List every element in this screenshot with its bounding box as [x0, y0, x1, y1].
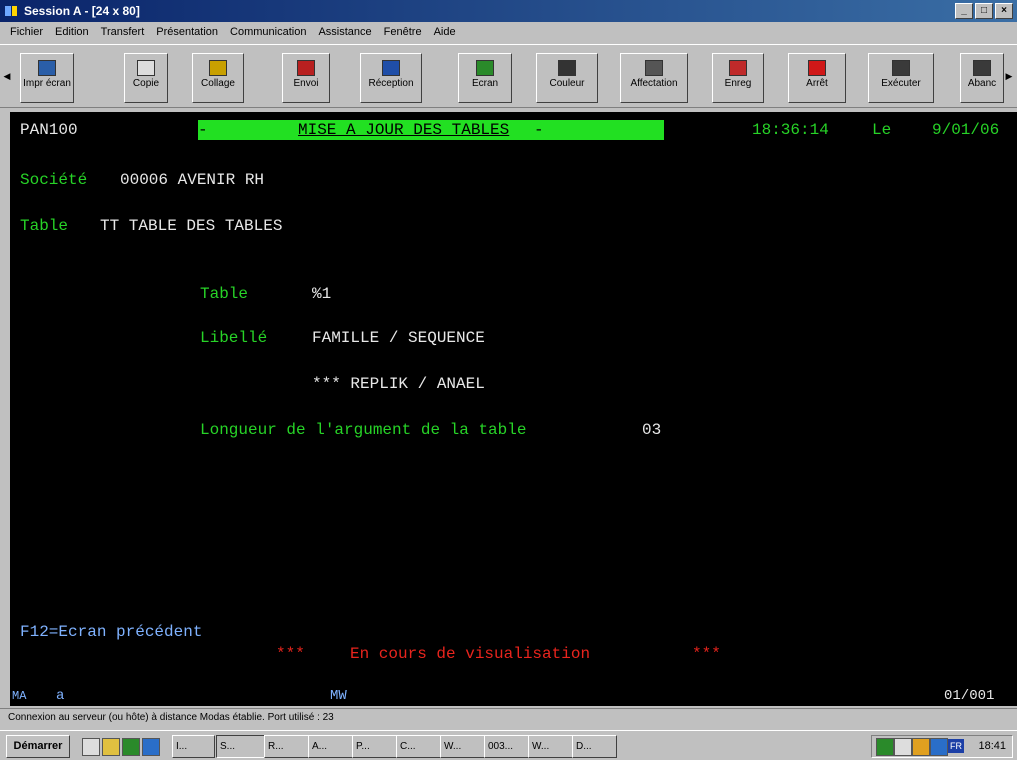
task-item-6[interactable]: C... — [396, 735, 441, 758]
quicklaunch-outlook-icon[interactable] — [102, 738, 120, 756]
company-label: Société — [20, 171, 88, 189]
terminal-screen[interactable]: PAN100 - - MISE A JOUR DES TABLES 18:36:… — [10, 112, 1017, 686]
field-length-label: Longueur de l'argument de la table — [200, 421, 527, 439]
tray-app-icon[interactable] — [912, 738, 930, 756]
taskbar: Démarrer I... S... R... A... P... C... W… — [0, 730, 1017, 760]
stop-icon — [808, 60, 826, 76]
app-icon — [4, 4, 18, 18]
print-screen-icon — [38, 60, 56, 76]
quicklaunch-ie-icon[interactable] — [142, 738, 160, 756]
stop-button[interactable]: Arrêt — [788, 53, 846, 103]
color-button[interactable]: Couleur — [536, 53, 598, 103]
toolbar: ◀ Impr écran Copie Collage Envoi Récepti… — [0, 44, 1017, 108]
menu-aide[interactable]: Aide — [428, 26, 462, 38]
field-libelle-value-2[interactable]: *** REPLIK / ANAEL — [312, 374, 485, 394]
operator-info-area: MA a MW 01/001 — [10, 686, 1017, 706]
date: 9/01/06 — [932, 121, 1000, 139]
screen-button[interactable]: Ecran — [458, 53, 512, 103]
color-icon — [558, 60, 576, 76]
screen-title: MISE A JOUR DES TABLES — [298, 121, 510, 139]
screen-icon — [476, 60, 494, 76]
menu-assistance[interactable]: Assistance — [312, 26, 377, 38]
quicklaunch-excel-icon[interactable] — [122, 738, 140, 756]
tray-globe-icon[interactable] — [930, 738, 948, 756]
task-item-2[interactable]: S... — [216, 735, 265, 758]
keyboard-map-button[interactable]: Affectation — [620, 53, 688, 103]
keyboard-map-icon — [645, 60, 663, 76]
program-id: PAN100 — [20, 121, 78, 139]
company-value: 00006 AVENIR RH — [120, 171, 265, 189]
copy-button[interactable]: Copie — [124, 53, 168, 103]
maximize-button[interactable]: □ — [975, 3, 993, 19]
task-item-1[interactable]: I... — [172, 735, 215, 758]
task-item-4[interactable]: A... — [308, 735, 353, 758]
abandon-icon — [973, 60, 991, 76]
paste-button[interactable]: Collage — [192, 53, 244, 103]
send-icon — [297, 60, 315, 76]
task-item-10[interactable]: D... — [572, 735, 617, 758]
receive-icon — [382, 60, 400, 76]
tray-volume-icon[interactable] — [894, 738, 912, 756]
minimize-button[interactable]: _ — [955, 3, 973, 19]
date-label: Le — [872, 121, 892, 139]
cursor-position: 01/001 — [944, 688, 995, 704]
menu-transfert[interactable]: Transfert — [95, 26, 151, 38]
play-macro-icon — [892, 60, 910, 76]
message-stars-left: *** — [276, 645, 305, 663]
menu-presentation[interactable]: Présentation — [150, 26, 224, 38]
task-item-3[interactable]: R... — [264, 735, 309, 758]
record-icon — [729, 60, 747, 76]
menu-bar: Fichier Edition Transfert Présentation C… — [0, 22, 1017, 42]
menu-communication[interactable]: Communication — [224, 26, 312, 38]
oia-ma: MA — [12, 689, 27, 703]
system-tray: FR 18:41 — [871, 735, 1013, 758]
time: 18:36:14 — [752, 121, 829, 139]
menu-edition[interactable]: Edition — [49, 26, 95, 38]
task-item-5[interactable]: P... — [352, 735, 397, 758]
task-item-8[interactable]: 003... — [484, 735, 529, 758]
send-button[interactable]: Envoi — [282, 53, 330, 103]
tray-network-icon[interactable] — [876, 738, 894, 756]
field-libelle-label: Libellé — [200, 329, 268, 347]
task-item-9[interactable]: W... — [528, 735, 573, 758]
record-button[interactable]: Enreg — [712, 53, 764, 103]
status-bar: Connexion au serveur (ou hôte) à distanc… — [0, 708, 1017, 727]
abandon-button[interactable]: Abanc — [960, 53, 1004, 103]
field-length-value[interactable]: 03 — [642, 420, 661, 440]
language-indicator[interactable]: FR — [948, 739, 964, 753]
field-table-value[interactable]: %1 — [312, 284, 331, 304]
copy-icon — [137, 60, 155, 76]
print-screen-button[interactable]: Impr écran — [20, 53, 74, 103]
table-value: TT TABLE DES TABLES — [100, 217, 283, 235]
oia-mode: MW — [330, 688, 347, 704]
toolbar-scroll-right-icon[interactable]: ▶ — [1004, 67, 1014, 85]
field-table-label: Table — [200, 285, 249, 303]
window-titlebar: Session A - [24 x 80] _ □ × — [0, 0, 1017, 22]
receive-button[interactable]: Réception — [360, 53, 422, 103]
task-item-7[interactable]: W... — [440, 735, 485, 758]
table-label: Table — [20, 217, 69, 235]
window-title: Session A - [24 x 80] — [24, 4, 140, 18]
oia-indicator: a — [56, 688, 65, 704]
start-button[interactable]: Démarrer — [6, 735, 70, 758]
function-key-f12[interactable]: F12=Ecran précédent — [20, 622, 202, 642]
close-button[interactable]: × — [995, 3, 1013, 19]
quicklaunch-desktop-icon[interactable] — [82, 738, 100, 756]
status-message: En cours de visualisation — [350, 645, 591, 663]
message-stars-right: *** — [692, 645, 721, 663]
clock: 18:41 — [978, 740, 1006, 752]
toolbar-scroll-left-icon[interactable]: ◀ — [2, 67, 12, 85]
menu-fenetre[interactable]: Fenêtre — [378, 26, 428, 38]
field-libelle-value[interactable]: FAMILLE / SEQUENCE — [312, 328, 485, 348]
paste-icon — [209, 60, 227, 76]
menu-fichier[interactable]: Fichier — [4, 26, 49, 38]
run-macro-button[interactable]: Exécuter — [868, 53, 934, 103]
